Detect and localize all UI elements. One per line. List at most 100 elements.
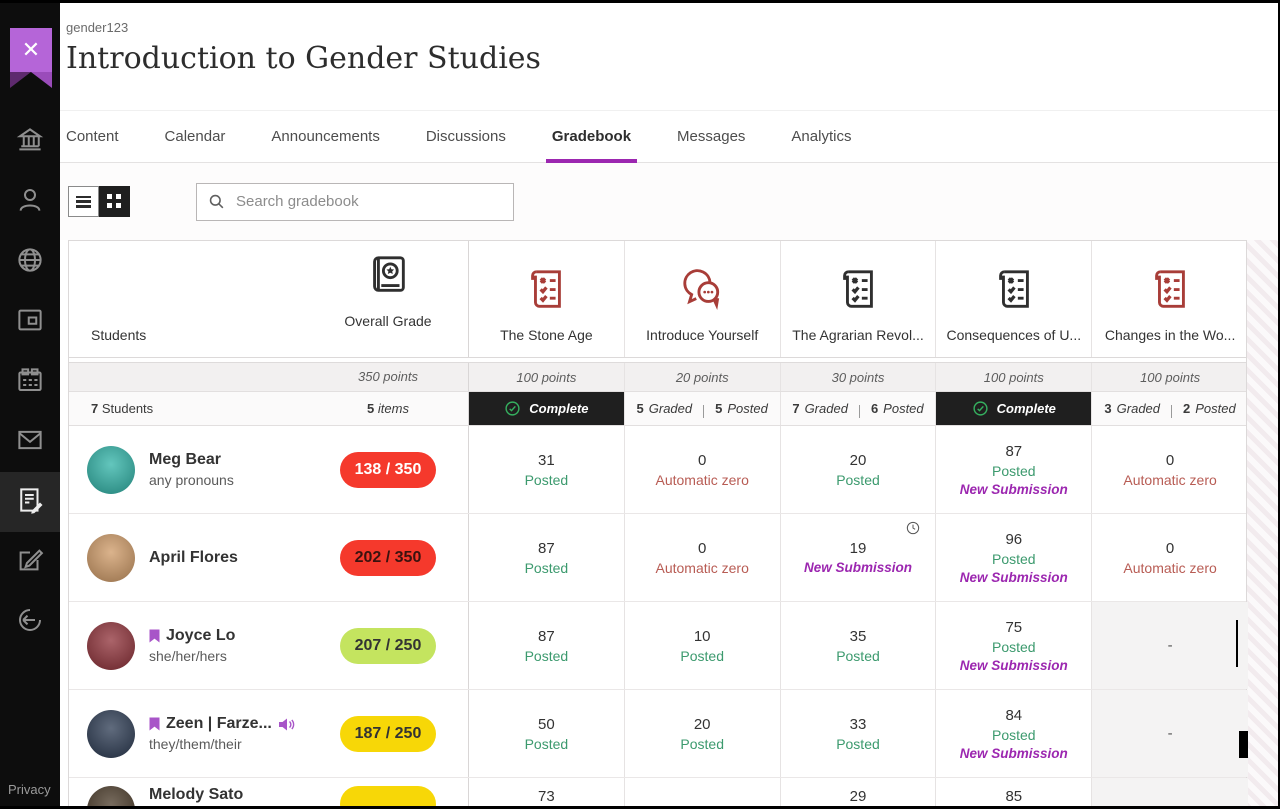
student-count: 7 Students: [91, 401, 153, 416]
avatar[interactable]: [87, 622, 135, 670]
course-id: gender123: [66, 20, 1280, 35]
globe-icon: [15, 245, 45, 280]
grade-cell[interactable]: [1092, 778, 1248, 809]
search-box: [196, 183, 514, 221]
grade-cell[interactable]: 50Posted: [469, 690, 625, 777]
overall-grade-pill[interactable]: 207 / 250: [340, 628, 436, 664]
grade-cell[interactable]: 33Posted: [781, 690, 937, 777]
grade-cell[interactable]: 19New Submission: [781, 514, 937, 601]
overall-grade-book-icon: [365, 252, 411, 303]
courses-panel-icon: [15, 305, 45, 340]
avatar[interactable]: [87, 446, 135, 494]
grade-cell[interactable]: 73: [469, 778, 625, 809]
sidebar-item-calendar[interactable]: [0, 352, 60, 412]
grade-cell[interactable]: 84PostedNew Submission: [936, 690, 1092, 777]
tab-discussions[interactable]: Discussions: [426, 111, 506, 163]
students-column-header: Students: [91, 327, 146, 343]
overall-grade-pill[interactable]: 187 / 250: [340, 716, 436, 752]
scrollbar-thumb[interactable]: [1239, 731, 1248, 758]
grade-cell[interactable]: 31Posted: [469, 426, 625, 513]
status-counts-changes: 3Graded 2Posted: [1104, 399, 1235, 418]
column-header-the-agrarian-revolution[interactable]: The Agrarian Revol...: [781, 241, 937, 357]
course-nav: Content Calendar Announcements Discussio…: [60, 110, 1280, 163]
column-header-changes[interactable]: Changes in the Wo...: [1092, 241, 1248, 357]
sidebar-item-sign-out[interactable]: [0, 592, 60, 652]
pronunciation-speaker-icon[interactable]: [278, 717, 295, 732]
tab-announcements[interactable]: Announcements: [271, 111, 379, 163]
tab-calendar[interactable]: Calendar: [165, 111, 226, 163]
grade-cell[interactable]: 75PostedNew Submission: [936, 602, 1092, 689]
tab-content[interactable]: Content: [66, 111, 119, 163]
grid-view-button[interactable]: [99, 186, 130, 217]
avatar[interactable]: [87, 534, 135, 582]
grade-cell[interactable]: 0Automatic zero: [1092, 426, 1248, 513]
grid-overflow-hatch: [1247, 240, 1280, 809]
grade-cell[interactable]: 87Posted: [469, 602, 625, 689]
overall-grade-pill[interactable]: 202 / 350: [340, 540, 436, 576]
calendar-icon: [15, 365, 45, 400]
tab-gradebook[interactable]: Gradebook: [552, 111, 631, 163]
course-title: Introduction to Gender Studies: [66, 41, 1280, 76]
text-cursor-artifact: [1236, 620, 1238, 667]
tab-messages[interactable]: Messages: [677, 111, 745, 163]
sidebar-item-messages[interactable]: [0, 412, 60, 472]
sidebar-item-profile[interactable]: [0, 172, 60, 232]
item-count: 5 items: [367, 401, 409, 416]
student-name[interactable]: April Flores: [149, 549, 238, 567]
app-sidebar: Privacy Terms: [0, 0, 60, 809]
grade-cell[interactable]: 20Posted: [781, 426, 937, 513]
grade-cell[interactable]: 96PostedNew Submission: [936, 514, 1092, 601]
avatar[interactable]: [87, 710, 135, 758]
gradebook-toolbar: [60, 163, 1280, 240]
points-row: 350 points 100 points 20 points 30 point…: [69, 362, 1246, 392]
student-row: Melody Sato 73 29 85: [69, 778, 1246, 809]
student-name[interactable]: Melody Sato: [149, 786, 243, 804]
sidebar-item-compose[interactable]: [0, 532, 60, 592]
assignment-checklist-icon: [835, 266, 881, 317]
grid-view-icon: [107, 194, 122, 209]
assignment-checklist-icon: [991, 266, 1037, 317]
status-complete-consequences: Complete: [936, 392, 1091, 425]
student-name[interactable]: Joyce Lo: [166, 627, 235, 645]
student-pronouns: they/them/their: [149, 736, 295, 752]
messages-envelope-icon: [15, 425, 45, 460]
grade-cell[interactable]: 87PostedNew Submission: [936, 426, 1092, 513]
course-header: gender123 Introduction to Gender Studies: [60, 0, 1280, 110]
check-circle-icon: [504, 400, 521, 417]
overall-grade-pill[interactable]: 138 / 350: [340, 452, 436, 488]
privacy-link[interactable]: Privacy: [8, 778, 51, 802]
sidebar-item-courses[interactable]: [0, 292, 60, 352]
sidebar-item-grades[interactable]: [0, 472, 60, 532]
column-header-the-stone-age[interactable]: The Stone Age: [469, 241, 625, 357]
grade-cell[interactable]: 0Automatic zero: [1092, 514, 1248, 601]
list-view-icon: [76, 196, 91, 208]
grade-cell[interactable]: -: [1092, 690, 1248, 777]
grade-cell[interactable]: 85: [936, 778, 1092, 809]
student-name[interactable]: Meg Bear: [149, 451, 221, 469]
student-row: Meg Bear any pronouns 138 / 350 31Posted…: [69, 426, 1246, 514]
grade-cell[interactable]: 35Posted: [781, 602, 937, 689]
grade-cell[interactable]: 10Posted: [625, 602, 781, 689]
column-header-introduce-yourself[interactable]: Introduce Yourself: [625, 241, 781, 357]
grade-cell[interactable]: 87Posted: [469, 514, 625, 601]
institution-icon: [15, 125, 45, 160]
list-view-button[interactable]: [68, 186, 99, 217]
grade-cell[interactable]: 29: [781, 778, 937, 809]
column-header-consequences[interactable]: Consequences of U...: [936, 241, 1092, 357]
student-name[interactable]: Zeen | Farze...: [166, 715, 272, 733]
grade-cell[interactable]: 0Automatic zero: [625, 514, 781, 601]
gradebook-grid: Students Overall Grade The Stone Age: [60, 240, 1280, 809]
grade-cell[interactable]: 0Automatic zero: [625, 426, 781, 513]
bookmark-flag-icon: [149, 629, 160, 643]
bookmark-ribbon-tail: [10, 72, 52, 88]
close-course-button[interactable]: ✕: [10, 28, 52, 72]
sidebar-item-globe[interactable]: [0, 232, 60, 292]
student-row: Zeen | Farze... they/them/their 187 / 25…: [69, 690, 1246, 778]
grade-cell[interactable]: -: [1092, 602, 1248, 689]
sidebar-item-institution[interactable]: [0, 112, 60, 172]
column-header-overall-grade[interactable]: Overall Grade: [308, 252, 468, 343]
tab-analytics[interactable]: Analytics: [791, 111, 851, 163]
search-input[interactable]: [236, 193, 503, 210]
grade-cell[interactable]: 20Posted: [625, 690, 781, 777]
grade-cell[interactable]: [625, 778, 781, 809]
